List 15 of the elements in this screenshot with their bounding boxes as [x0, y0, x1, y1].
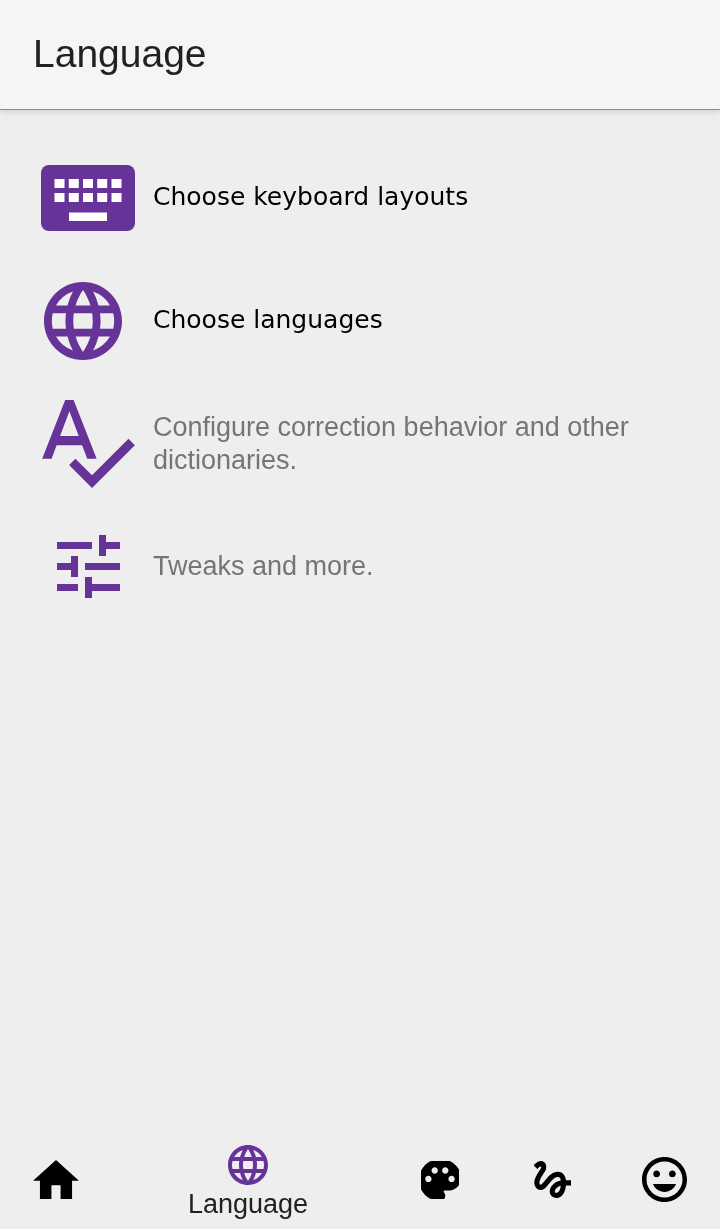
keyboard-icon: [41, 164, 135, 231]
smiley-icon: [641, 1157, 687, 1202]
settings-item[interactable]: Choose keyboard layouts: [0, 136, 720, 259]
settings-item[interactable]: Choose languages: [0, 259, 720, 382]
settings-item[interactable]: Configure correction behavior and other dictionaries.: [0, 382, 720, 505]
settings-item[interactable]: Tweaks and more.: [0, 505, 720, 628]
palette-icon: [421, 1160, 459, 1199]
nav-tab[interactable]: Language: [112, 1130, 384, 1229]
squiggle-icon: [533, 1161, 571, 1198]
globe-icon: [228, 1145, 268, 1185]
home-icon: [33, 1160, 79, 1199]
spellcheck-icon: [41, 399, 135, 488]
sliders-icon: [56, 535, 120, 598]
globe-icon: [44, 281, 122, 360]
screen-title: Language: [33, 31, 207, 78]
